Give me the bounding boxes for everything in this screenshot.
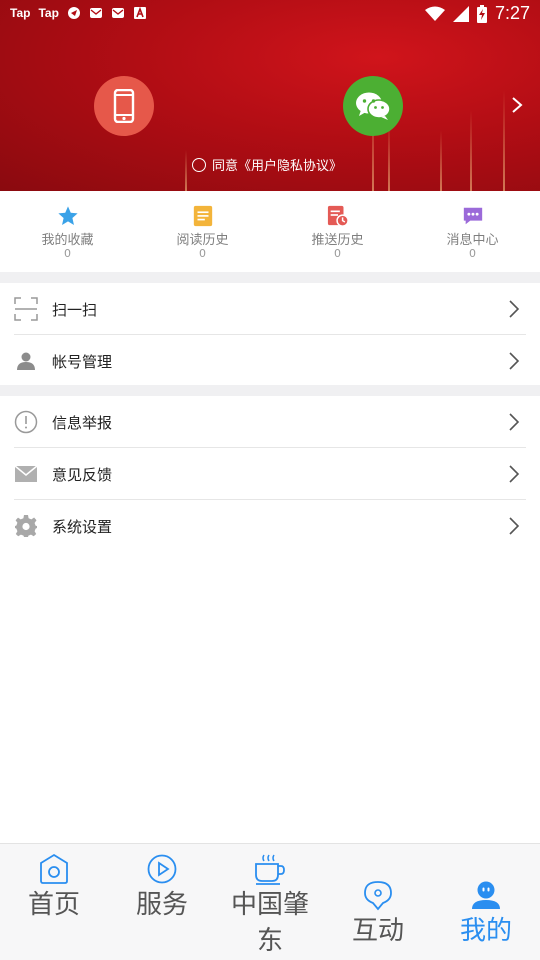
quick-links: 我的收藏 0 阅读历史 0 推送历史 0 消息中心 0 <box>0 191 540 272</box>
menu-item-label: 帐号管理 <box>52 352 113 371</box>
status-bar: Tap Tap 7:27 <box>0 0 540 28</box>
mail-notification-icon <box>89 8 102 18</box>
section-divider <box>0 385 540 396</box>
tab-home[interactable]: 首页 <box>0 844 108 923</box>
menu-item-label: 意见反馈 <box>52 465 113 484</box>
wechat-icon <box>356 92 391 120</box>
quick-link-count: 0 <box>64 247 71 260</box>
quick-link-count: 0 <box>334 247 341 260</box>
quick-link-count: 0 <box>199 247 206 260</box>
wifi-icon <box>424 6 445 21</box>
tab-label: 服务 <box>135 890 188 920</box>
document-icon <box>193 205 212 227</box>
tab-mine[interactable]: 我的 <box>432 870 540 949</box>
quick-link-label: 阅读历史 <box>176 233 229 248</box>
play-icon <box>147 854 177 884</box>
home-icon <box>40 853 68 884</box>
phone-icon <box>113 89 135 123</box>
section-divider <box>0 272 540 283</box>
history-icon <box>327 205 349 227</box>
quick-link-favorites[interactable]: 我的收藏 0 <box>0 191 135 272</box>
taptap-notification: Tap <box>38 6 59 20</box>
menu-item-label: 扫一扫 <box>52 300 98 319</box>
alert-icon <box>14 410 38 434</box>
bottom-navigation: 首页 服务 中国肇东 互动 我的 <box>0 843 540 960</box>
battery-charging-icon <box>476 4 487 23</box>
quick-link-reading-history[interactable]: 阅读历史 0 <box>135 191 270 272</box>
agreement-text[interactable]: 同意《用户隐私协议》 <box>212 155 342 174</box>
coffee-icon <box>255 854 285 885</box>
menu-item-account[interactable]: 帐号管理 <box>0 335 540 387</box>
wechat-login-button[interactable] <box>343 76 403 136</box>
tab-services[interactable]: 服务 <box>108 844 216 923</box>
tab-zhaodong[interactable]: 中国肇东 <box>216 844 324 959</box>
menu-item-label: 系统设置 <box>52 517 113 536</box>
chevron-right-icon <box>509 413 520 431</box>
chevron-right-icon <box>509 465 520 483</box>
menu-item-report[interactable]: 信息举报 <box>0 396 540 448</box>
quick-link-messages[interactable]: 消息中心 0 <box>405 191 540 272</box>
mail-notification-icon <box>111 8 124 18</box>
sync-icon <box>67 7 80 19</box>
menu-item-settings[interactable]: 系统设置 <box>0 500 540 552</box>
profile-screen: Tap Tap 7:27 同意《用户隐私协议》 我的收藏 0 阅读历史 0 推送… <box>0 0 540 960</box>
tab-interact[interactable]: 互动 <box>324 870 432 949</box>
chevron-right-icon <box>509 517 520 535</box>
quick-link-count: 0 <box>469 247 476 260</box>
app-notification-icon <box>133 6 146 19</box>
tab-label: 互动 <box>351 916 404 946</box>
gear-icon <box>14 514 38 538</box>
profile-header: Tap Tap 7:27 同意《用户隐私协议》 <box>0 0 540 191</box>
quick-link-label: 我的收藏 <box>41 233 94 248</box>
menu-item-scan[interactable]: 扫一扫 <box>0 283 540 335</box>
light-streak <box>470 110 472 191</box>
user-icon <box>14 349 38 373</box>
profile-icon <box>472 881 500 909</box>
quick-link-label: 消息中心 <box>446 233 499 248</box>
quick-link-push-history[interactable]: 推送历史 0 <box>270 191 405 272</box>
agree-radio[interactable] <box>192 157 206 172</box>
light-streak <box>440 130 442 191</box>
scan-icon <box>14 297 38 321</box>
clock: 7:27 <box>494 3 530 23</box>
tab-label: 我的 <box>459 916 512 946</box>
star-icon <box>57 206 78 225</box>
menu-item-feedback[interactable]: 意见反馈 <box>0 448 540 500</box>
chevron-right-icon[interactable] <box>510 96 524 114</box>
chevron-right-icon <box>509 300 520 318</box>
phone-login-button[interactable] <box>94 76 154 136</box>
taptap-notification: Tap <box>10 6 31 20</box>
chevron-right-icon <box>509 352 520 370</box>
message-icon <box>463 207 482 225</box>
tab-label: 首页 <box>27 890 80 920</box>
menu-item-label: 信息举报 <box>52 413 113 432</box>
light-streak <box>185 150 187 191</box>
tab-label: 中国肇东 <box>230 890 309 956</box>
quick-link-label: 推送历史 <box>311 233 364 248</box>
signal-icon <box>452 5 469 22</box>
chat-pin-icon <box>364 881 392 911</box>
privacy-agreement[interactable]: 同意《用户隐私协议》 <box>192 155 342 174</box>
light-streak <box>503 90 505 191</box>
mail-icon <box>14 462 38 486</box>
